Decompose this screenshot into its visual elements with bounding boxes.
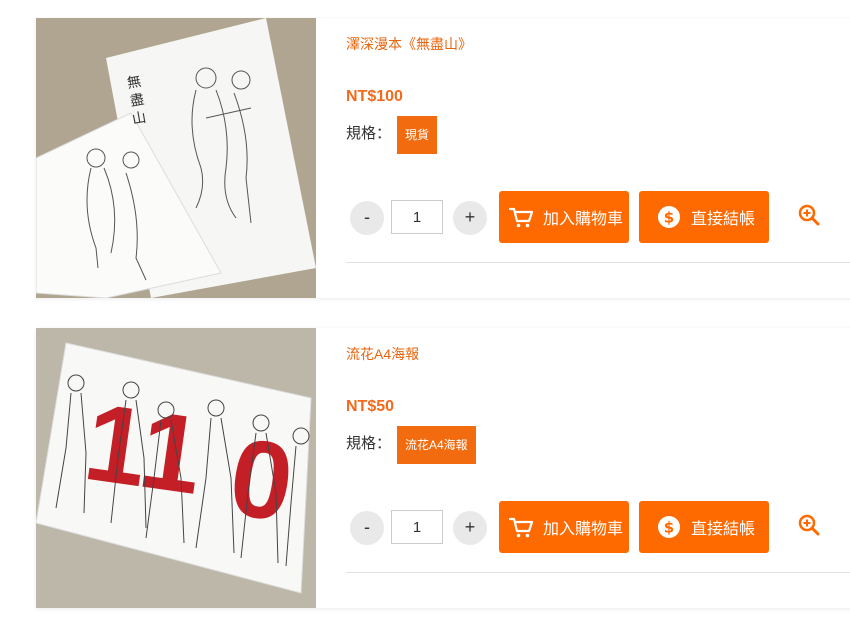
svg-text:無: 無 (126, 74, 143, 92)
zoom-in-icon[interactable] (797, 513, 821, 537)
checkout-button[interactable]: $ 直接結帳 (639, 501, 769, 553)
checkout-label: 直接結帳 (691, 211, 756, 228)
product-card: 11 0 流花A4海報 NT$50 規格： 流花A4海報 - 1 + 加入購物車… (36, 328, 850, 608)
product-image[interactable]: 無 盡 山 (36, 18, 316, 298)
svg-text:$: $ (664, 519, 674, 537)
dollar-coin-icon: $ (658, 206, 680, 228)
purchase-row: - 1 + 加入購物車 $ 直接結帳 (350, 191, 830, 243)
svg-text:$: $ (664, 209, 674, 227)
cart-icon (508, 207, 534, 228)
quantity-decrease-button[interactable]: - (350, 511, 384, 545)
quantity-input[interactable]: 1 (391, 200, 443, 234)
product-price: NT$50 (346, 398, 395, 415)
product-title[interactable]: 澤深漫本《無盡山》 (346, 34, 472, 54)
add-to-cart-label: 加入購物車 (543, 211, 624, 228)
product-card: 無 盡 山 澤深漫本《無盡山》 NT$100 規格： 現貨 - 1 + 加入購物… (36, 18, 850, 298)
svg-text:11: 11 (78, 380, 210, 518)
product-info: 澤深漫本《無盡山》 NT$100 規格： 現貨 - 1 + 加入購物車 $ 直接… (346, 18, 850, 298)
checkout-label: 直接結帳 (691, 521, 756, 538)
quantity-input[interactable]: 1 (391, 510, 443, 544)
product-price: NT$100 (346, 88, 403, 105)
dollar-coin-icon: $ (658, 516, 680, 538)
svg-text:山: 山 (131, 110, 148, 128)
product-title[interactable]: 流花A4海報 (346, 344, 419, 364)
quantity-increase-button[interactable]: + (453, 201, 487, 235)
divider (346, 572, 850, 573)
spec-label: 規格： (346, 125, 392, 142)
quantity-decrease-button[interactable]: - (350, 201, 384, 235)
zoom-in-icon[interactable] (797, 203, 821, 227)
spec-option-button[interactable]: 現貨 (397, 116, 438, 154)
purchase-row: - 1 + 加入購物車 $ 直接結帳 (350, 501, 830, 553)
spec-label: 規格： (346, 435, 392, 452)
quantity-increase-button[interactable]: + (453, 511, 487, 545)
poster-photo: 11 0 (36, 328, 316, 608)
spec-option-button[interactable]: 流花A4海報 (397, 426, 476, 464)
product-info: 流花A4海報 NT$50 規格： 流花A4海報 - 1 + 加入購物車 $ 直接… (346, 328, 850, 608)
product-image[interactable]: 11 0 (36, 328, 316, 608)
add-to-cart-button[interactable]: 加入購物車 (499, 191, 629, 243)
comic-book-photo: 無 盡 山 (36, 18, 316, 298)
svg-text:盡: 盡 (129, 92, 146, 110)
checkout-button[interactable]: $ 直接結帳 (639, 191, 769, 243)
cart-icon (508, 517, 534, 538)
add-to-cart-label: 加入購物車 (543, 521, 624, 538)
divider (346, 262, 850, 263)
add-to-cart-button[interactable]: 加入購物車 (499, 501, 629, 553)
